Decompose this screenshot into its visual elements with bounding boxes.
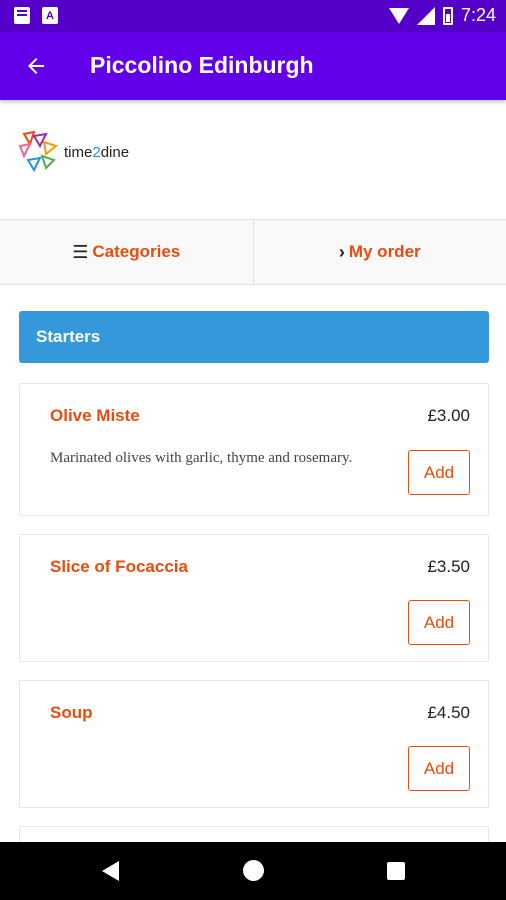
status-indicators: 7:24 (388, 5, 496, 26)
item-price: £3.00 (427, 406, 470, 425)
app-notification-icon: A (42, 7, 58, 24)
status-bar: A 7:24 (0, 0, 506, 32)
tab-categories[interactable]: ☰ Categories (0, 220, 253, 284)
logo-triangles-icon (18, 130, 59, 173)
item-name: Olive Miste (50, 406, 140, 425)
item-name: Soup (50, 703, 93, 722)
app-bar: Piccolino Edinburgh (0, 32, 506, 100)
nav-back-icon[interactable] (102, 861, 119, 881)
tab-categories-label: Categories (92, 242, 181, 261)
battery-icon (442, 6, 453, 25)
add-button[interactable]: Add (408, 450, 470, 495)
item-name: Slice of Focaccia (50, 557, 188, 576)
signal-icon (416, 6, 435, 25)
chevron-right-icon: › (338, 241, 345, 262)
system-navigation-bar (0, 842, 506, 900)
back-arrow-icon[interactable] (22, 52, 50, 80)
page-title: Piccolino Edinburgh (90, 52, 314, 78)
time2dine-logo: time2dine (18, 130, 129, 174)
menu-icon: ☰ (72, 241, 89, 262)
menu-item: Olive Miste £3.00 Marinated olives with … (19, 383, 489, 516)
menu-item: Soup £4.50 Add (19, 680, 489, 808)
nav-home-icon[interactable] (243, 860, 264, 881)
item-price: £4.50 (427, 703, 470, 722)
item-price: £3.50 (427, 557, 470, 576)
add-button[interactable]: Add (408, 600, 470, 645)
tab-bar: ☰ Categories › My order (0, 219, 506, 285)
wifi-icon (388, 7, 409, 24)
section-header-starters: Starters (19, 311, 489, 363)
menu-item: Slice of Focaccia £3.50 Add (19, 534, 489, 662)
notification-icons: A (14, 7, 58, 24)
tab-my-order[interactable]: › My order (252, 220, 506, 284)
nav-recents-icon[interactable] (387, 862, 405, 880)
item-description: Marinated olives with garlic, thyme and … (50, 450, 353, 466)
document-notification-icon (14, 7, 30, 24)
logo-text: time2dine (64, 143, 130, 161)
status-time: 7:24 (460, 5, 496, 25)
tab-my-order-label: My order (348, 242, 421, 261)
add-button[interactable]: Add (408, 746, 470, 791)
